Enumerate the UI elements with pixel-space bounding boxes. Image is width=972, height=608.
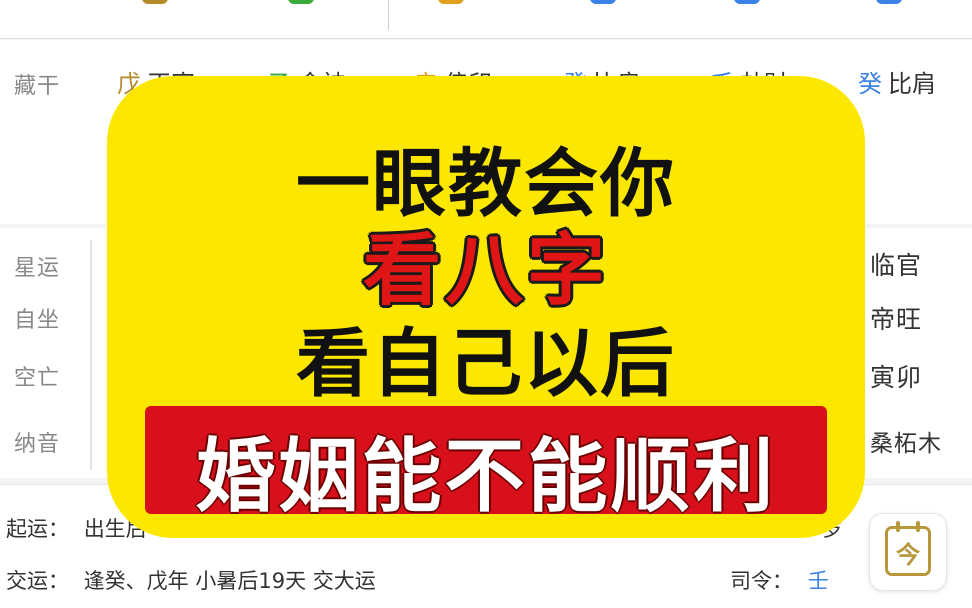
stem-fragment: [288, 0, 314, 4]
today-glyph: 今: [896, 541, 920, 569]
zizuo-value: 帝旺: [870, 305, 923, 334]
stem-fragment: [734, 0, 760, 4]
overlay-banner: 婚姻能不能顺利: [145, 406, 827, 523]
kongwang-value: 寅卯: [870, 363, 923, 392]
column-divider: [388, 0, 389, 30]
today-button[interactable]: 今: [869, 513, 947, 591]
xingyun-value: 临官: [870, 251, 923, 280]
calendar-ring: [916, 521, 920, 532]
calendar-icon: 今: [885, 521, 931, 576]
calendar-ring: [896, 521, 900, 532]
nayin-value: 桑柘木: [870, 431, 942, 457]
top-stem-row-partial: [0, 0, 972, 39]
stem-fragment: [876, 0, 902, 4]
qiyun-label: 起运：: [6, 517, 69, 541]
kongwang-label: 空亡: [14, 366, 61, 391]
hidden-stem: 癸: [858, 70, 882, 98]
stem-fragment: [142, 0, 168, 4]
ten-god: 比肩: [888, 70, 936, 98]
zizuo-label: 自坐: [14, 308, 61, 333]
stem-fragment: [438, 0, 464, 4]
hidden-stem-item: 癸比肩: [858, 64, 936, 99]
jiaoyun-line: 交运： 逢癸、戊年 小暑后19天 交大运: [6, 565, 376, 595]
nayin-label: 纳音: [14, 432, 61, 457]
promo-overlay-card: 一眼教会你 看八字 看自己以后 婚姻能不能顺利: [107, 76, 865, 538]
xingyun-label: 星运: [14, 256, 61, 281]
column-divider: [90, 240, 92, 470]
hidden-stems-label: 藏干: [14, 74, 61, 99]
overlay-banner-text: 婚姻能不能顺利: [195, 430, 777, 523]
siling-line: 司令： 壬: [730, 565, 829, 595]
overlay-subline: 看自己以后: [296, 321, 676, 407]
jiaoyun-label: 交运：: [6, 569, 69, 593]
jiaoyun-value: 逢癸、戊年 小暑后19天 交大运: [83, 569, 376, 593]
siling-value: 壬: [807, 569, 829, 593]
stem-fragment: [590, 0, 616, 4]
siling-label: 司令：: [730, 569, 793, 593]
